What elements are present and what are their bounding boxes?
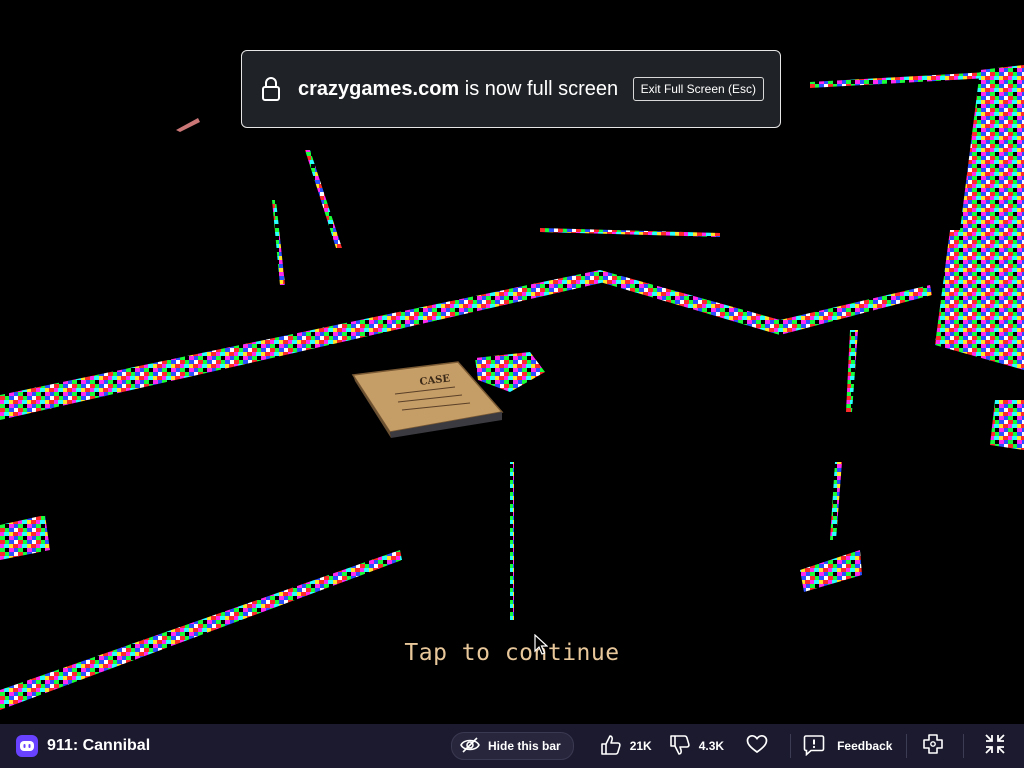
hide-bar-button[interactable]: Hide this bar (451, 732, 574, 760)
lock-icon (260, 76, 282, 102)
post-right-lower (800, 550, 862, 592)
game-viewport[interactable]: CASE crazygames.com is now full screen E… (0, 0, 1024, 724)
fullscreen-domain: crazygames.com (298, 77, 460, 100)
toolbar-divider (963, 734, 965, 758)
shelf-top-line (540, 228, 720, 237)
cabinet-right-lower (990, 400, 1024, 450)
cabinet-right-upper (960, 65, 1024, 230)
dislikes-count: 4.3K (698, 739, 725, 753)
fullscreen-notice: crazygames.com is now full screen Exit F… (241, 50, 781, 128)
wall-line-left-3 (176, 118, 200, 132)
hide-bar-label: Hide this bar (488, 739, 561, 753)
wall-line-left-1 (272, 200, 285, 285)
game-title: 911: Cannibal (47, 737, 151, 754)
fullscreen-message: crazygames.com is now full screen (298, 78, 618, 101)
glitch-box (475, 352, 545, 392)
favorite-button[interactable] (746, 734, 768, 759)
wall-line-left-2 (305, 150, 342, 248)
shelf-edge-upper-right (600, 270, 932, 335)
feedback-button[interactable]: Feedback (803, 734, 892, 759)
exit-fullscreen-icon (984, 733, 1006, 760)
dislike-button[interactable]: 4.3K (669, 734, 724, 759)
like-button[interactable]: 21K (600, 734, 652, 759)
thumbs-down-icon (669, 734, 699, 759)
controls-button[interactable] (921, 733, 945, 760)
heart-icon (746, 734, 768, 759)
bar-tools: Hide this bar 21K 4.3K Feedback (451, 724, 1006, 768)
tap-to-continue-prompt[interactable]: Tap to continue (0, 640, 1024, 666)
likes-count: 21K (629, 739, 652, 753)
crazygames-logo-icon (16, 735, 38, 757)
shelf-edge-lower-left (0, 550, 402, 710)
exit-fullscreen-toggle[interactable] (984, 733, 1006, 760)
post-right (830, 462, 842, 540)
feedback-label: Feedback (837, 739, 893, 753)
toolbar-divider (906, 734, 908, 758)
fullscreen-text: is now full screen (464, 77, 619, 100)
post-middle (846, 330, 858, 412)
cabinet-right-middle (935, 230, 1024, 370)
exit-fullscreen-button[interactable]: Exit Full Screen (Esc) (632, 77, 764, 101)
gamepad-icon (921, 733, 945, 760)
toolbar-divider (790, 734, 792, 758)
shelf-edge-upper-left (0, 270, 605, 420)
cursor-icon (534, 633, 549, 661)
thumbs-up-icon (600, 734, 630, 759)
feedback-icon (803, 734, 837, 759)
shelf-edge-left-stub (0, 515, 50, 560)
game-title-area: 911: Cannibal (16, 735, 150, 757)
game-bottom-bar: 911: Cannibal Hide this bar 21K 4.3K Fee… (0, 724, 1024, 768)
eye-slash-icon (460, 736, 488, 757)
pole-center (510, 462, 514, 620)
